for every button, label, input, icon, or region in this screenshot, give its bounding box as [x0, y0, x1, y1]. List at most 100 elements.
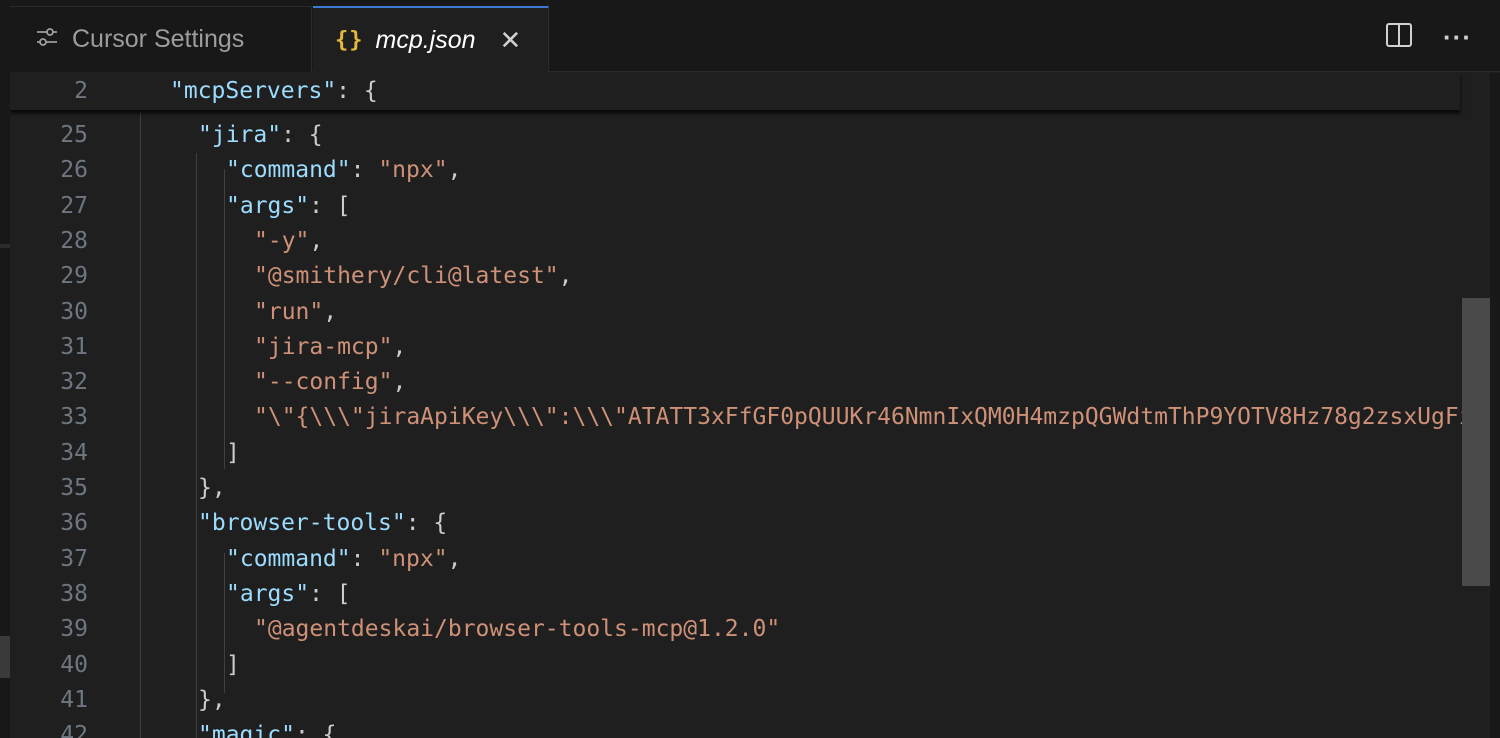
json-key: "mcpServers" [170, 78, 337, 104]
json-key: "args" [226, 192, 310, 219]
code-line[interactable]: 35}, [10, 471, 1450, 506]
json-string: "\"{\\\"jiraApiKey\\\":\\\"ATATT3xFfGF0p… [254, 404, 1473, 431]
tab-label: mcp.json [375, 26, 476, 54]
line-number: 36 [60, 510, 88, 537]
line-number: 33 [60, 404, 88, 431]
code-line[interactable]: 29 "@smithery/cli@latest", [10, 259, 1450, 294]
line-number: 34 [60, 439, 88, 466]
code-line[interactable]: 30 "run", [10, 295, 1450, 330]
tab-label: Cursor Settings [72, 25, 245, 53]
line-number: 42 [60, 722, 88, 738]
code-text: }, [198, 683, 226, 718]
code-text: "jira-mcp", [254, 330, 406, 365]
code-text: "args": [ [226, 577, 351, 612]
line-number: 32 [60, 369, 88, 396]
line-number: 38 [60, 580, 88, 607]
line-number: 40 [60, 651, 88, 678]
json-punctuation: : [350, 157, 379, 184]
tab-cursor-settings[interactable]: Cursor Settings [10, 6, 312, 72]
code-text: "jira": { [198, 118, 323, 153]
code-text: "command": "npx", [226, 153, 461, 188]
code-line[interactable]: 28 "-y", [10, 224, 1450, 259]
code-text: ] [226, 648, 240, 683]
code-editor[interactable]: 2 "mcpServers": { 25 "jira": {26 "command":… [10, 73, 1500, 738]
json-punctuation: : [ [309, 580, 351, 607]
code-line[interactable]: 40] [10, 648, 1450, 683]
code-line[interactable]: 37 "command": "npx", [10, 542, 1450, 577]
json-string: "@smithery/cli@latest" [254, 263, 559, 290]
code-line[interactable]: 26 "command": "npx", [10, 153, 1450, 188]
editor-tab-bar: Cursor Settings {} mcp.json ✕ ··· [10, 0, 1500, 73]
code-text: "magic": { [198, 718, 336, 738]
close-icon[interactable]: ✕ [500, 25, 522, 56]
json-punctuation: : [350, 545, 379, 572]
line-number: 27 [60, 192, 88, 219]
edge-marker [0, 244, 10, 248]
more-actions-icon[interactable]: ··· [1443, 22, 1472, 53]
code-line[interactable]: 33 "\"{\\\"jiraApiKey\\\":\\\"ATATT3xFfGF… [10, 400, 1472, 435]
json-punctuation: ] [226, 439, 240, 466]
code-text: "command": "npx", [226, 542, 461, 577]
code-line[interactable]: 41}, [10, 683, 1450, 718]
json-punctuation: : { [281, 122, 323, 148]
json-string: "-y" [254, 227, 310, 254]
minimap-edge [1490, 73, 1500, 738]
line-number: 39 [60, 616, 88, 643]
code-line[interactable]: 34] [10, 436, 1450, 471]
json-string: "--config" [254, 369, 393, 396]
json-string: "npx" [378, 157, 448, 184]
json-key: "args" [226, 580, 310, 607]
sticky-scroll-header[interactable]: 2 "mcpServers": { [10, 73, 1460, 110]
code-text: "run", [254, 295, 337, 330]
line-number: 35 [60, 475, 88, 501]
edge-marker [0, 636, 10, 678]
code-line[interactable]: 36 "browser-tools": { [10, 506, 1450, 541]
json-punctuation: , [392, 333, 407, 360]
code-line[interactable]: 25 "jira": { [10, 118, 1450, 153]
line-number: 37 [60, 545, 88, 572]
line-number: 41 [60, 686, 88, 713]
code-line[interactable]: 38 "args": [ [10, 577, 1450, 612]
json-string: "@agentdeskai/browser-tools-mcp@1.2.0" [254, 616, 781, 643]
code-text: }, [198, 471, 226, 506]
json-braces-icon: {} [335, 28, 364, 53]
json-key: "magic" [198, 722, 295, 738]
json-punctuation: }, [198, 475, 226, 501]
tab-mcp-json[interactable]: {} mcp.json ✕ [313, 6, 549, 73]
scrollbar-thumb[interactable] [1462, 298, 1490, 586]
line-number: 30 [60, 298, 88, 325]
line-number: 26 [60, 157, 88, 184]
json-punctuation: , [447, 545, 462, 572]
json-punctuation: , [392, 369, 407, 396]
json-key: "command" [226, 157, 351, 184]
json-punctuation: }, [198, 686, 226, 713]
editor-actions: ··· [1385, 22, 1472, 53]
json-punctuation: , [323, 298, 338, 325]
code-text: "@smithery/cli@latest", [254, 259, 573, 294]
code-text: "-y", [254, 224, 323, 259]
code-line[interactable]: 39 "@agentdeskai/browser-tools-mcp@1.2.0" [10, 612, 1450, 647]
code-text: "\"{\\\"jiraApiKey\\\":\\\"ATATT3xFfGF0p… [254, 400, 1473, 435]
json-punctuation: : { [405, 510, 448, 537]
json-punctuation: : { [336, 78, 378, 104]
json-punctuation: : [ [309, 192, 351, 219]
code-line[interactable]: 32 "--config", [10, 365, 1450, 400]
json-string: "npx" [378, 545, 448, 572]
json-punctuation: , [447, 157, 462, 184]
json-punctuation: , [309, 227, 324, 254]
split-editor-icon[interactable] [1385, 22, 1413, 53]
activity-edge [0, 0, 10, 738]
code-line[interactable]: 31 "jira-mcp", [10, 330, 1450, 365]
line-number: 29 [60, 263, 88, 290]
code-line[interactable]: 42 "magic": { [10, 718, 1450, 738]
json-key: "jira" [198, 122, 282, 148]
line-number: 25 [60, 122, 88, 148]
code-line[interactable]: 2 "mcpServers": { [10, 74, 1450, 109]
code-text: "args": [ [226, 189, 351, 224]
code-text: ] [226, 436, 240, 471]
json-punctuation: ] [226, 651, 240, 678]
code-line[interactable]: 27 "args": [ [10, 189, 1450, 224]
json-punctuation: , [558, 263, 573, 290]
code-text: "@agentdeskai/browser-tools-mcp@1.2.0" [254, 612, 780, 647]
json-string: "run" [254, 298, 324, 325]
